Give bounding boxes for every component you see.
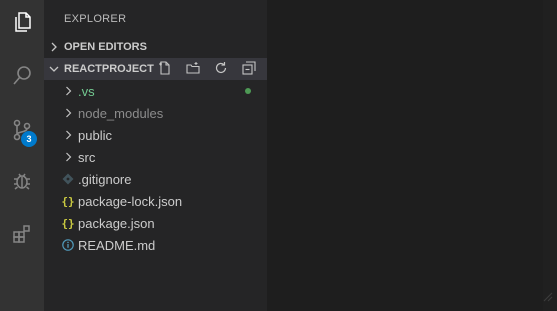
collapse-all-button[interactable]	[235, 58, 263, 80]
modified-dot-icon	[245, 88, 251, 94]
files-icon	[11, 10, 35, 34]
project-label: REACTPROJECT	[64, 63, 154, 75]
debug-button[interactable]	[0, 159, 44, 203]
sidebar-title: EXPLORER	[64, 13, 127, 25]
extensions-button[interactable]	[0, 212, 44, 256]
tree-item-label: src	[78, 149, 96, 165]
tree-item-label: .gitignore	[78, 171, 132, 187]
tree-item-src[interactable]: src	[44, 146, 267, 168]
new-file-button[interactable]	[151, 58, 179, 80]
search-icon	[10, 64, 34, 88]
activity-bar: 3	[0, 0, 44, 311]
chevron-right-icon	[60, 86, 76, 96]
new-file-icon	[158, 60, 172, 78]
open-editors-header[interactable]: OPEN EDITORS	[44, 36, 267, 58]
extensions-icon	[10, 222, 34, 246]
file-tree: .vs node_modules public src .gitignore {…	[44, 80, 267, 256]
chevron-right-icon	[60, 152, 76, 162]
tree-item-package-json[interactable]: {} package.json	[44, 212, 267, 234]
tree-item-package-lock[interactable]: {} package-lock.json	[44, 190, 267, 212]
tree-item-vs[interactable]: .vs	[44, 80, 267, 102]
tree-item-label: README.md	[78, 237, 156, 253]
search-button[interactable]	[0, 54, 44, 98]
json-icon: {}	[61, 194, 75, 208]
info-icon	[60, 239, 76, 251]
tree-item-label: package-lock.json	[78, 193, 183, 209]
chevron-right-icon	[60, 108, 76, 118]
chevron-right-icon	[44, 42, 64, 52]
json-icon: {}	[61, 216, 75, 230]
tree-item-label: package.json	[78, 215, 155, 231]
tree-item-label: node_modules	[78, 105, 164, 121]
tree-item-label: public	[78, 127, 112, 143]
debug-icon	[10, 169, 34, 193]
source-control-button[interactable]: 3	[0, 108, 44, 152]
source-control-badge: 3	[21, 131, 37, 147]
explorer-sidebar: EXPLORER OPEN EDITORS REACTPROJECT .vs n…	[44, 0, 267, 311]
new-folder-button[interactable]	[179, 58, 207, 80]
explorer-button[interactable]	[0, 0, 44, 44]
chevron-down-icon	[44, 64, 64, 74]
refresh-button[interactable]	[207, 58, 235, 80]
refresh-icon	[214, 61, 228, 78]
tree-item-public[interactable]: public	[44, 124, 267, 146]
vertical-scrollbar[interactable]	[543, 0, 557, 311]
tree-item-gitignore[interactable]: .gitignore	[44, 168, 267, 190]
tree-item-readme[interactable]: README.md	[44, 234, 267, 256]
resize-grip-icon	[539, 288, 553, 307]
open-editors-label: OPEN EDITORS	[64, 41, 147, 53]
new-folder-icon	[186, 61, 200, 78]
git-file-icon	[60, 173, 76, 185]
project-header[interactable]: REACTPROJECT	[44, 58, 267, 80]
tree-item-node-modules[interactable]: node_modules	[44, 102, 267, 124]
editor-area[interactable]	[267, 0, 557, 311]
chevron-right-icon	[60, 130, 76, 140]
tree-item-label: .vs	[78, 83, 95, 99]
collapse-all-icon	[242, 60, 256, 78]
